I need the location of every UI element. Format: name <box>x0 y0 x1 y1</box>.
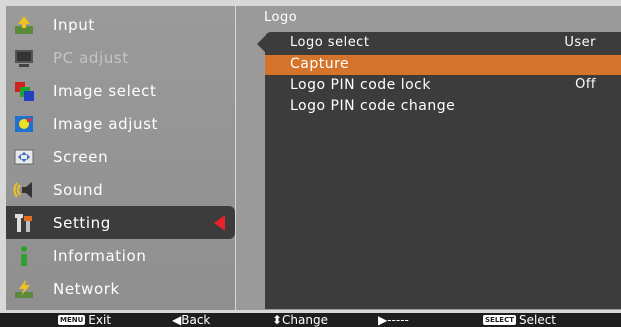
submenu-item-logo-pin-code-lock[interactable]: Logo PIN code lock Off <box>265 76 621 96</box>
next-label: ▶----- <box>378 313 409 327</box>
menu-label: Sound <box>53 180 104 199</box>
submenu-panel: Logo Logo select User Capture Logo PIN c… <box>236 6 621 310</box>
select-label: Select <box>518 313 557 327</box>
menu-label: Setting <box>53 213 111 232</box>
submenu-pointer-icon <box>257 36 265 52</box>
information-icon <box>13 245 35 267</box>
selection-arrow-icon <box>214 215 225 231</box>
menu-item-sound[interactable]: Sound <box>6 173 235 206</box>
submenu-item-capture[interactable]: Capture <box>265 55 621 75</box>
submenu-item-logo-select[interactable]: Logo select User <box>265 34 621 54</box>
submenu-item-value: User <box>564 35 596 50</box>
key-guide-bar: MENU Exit ◀Back ⬍Change ▶----- SELECT Se… <box>0 313 621 327</box>
next-hint: ▶----- <box>378 313 409 327</box>
back-hint: ◀Back <box>172 313 210 327</box>
projector-osd: Input PC adjust Image select Image adjus… <box>0 0 621 327</box>
image-adjust-icon <box>13 113 35 135</box>
menu-label: Image adjust <box>53 114 159 133</box>
sound-icon <box>13 179 35 201</box>
menu-label: Information <box>53 246 147 265</box>
network-icon <box>13 278 35 300</box>
menu-item-pc-adjust[interactable]: PC adjust <box>6 41 235 74</box>
submenu-item-label: Logo PIN code change <box>290 98 456 114</box>
menu-item-setting[interactable]: Setting <box>6 206 235 239</box>
menu-label: Image select <box>53 81 157 100</box>
submenu-item-value: Off <box>575 77 596 92</box>
submenu-item-label: Logo PIN code lock <box>290 77 431 93</box>
menu-label: PC adjust <box>53 48 129 67</box>
select-hint: SELECT Select <box>483 313 556 327</box>
exit-label: Exit <box>88 313 112 327</box>
menu-item-input[interactable]: Input <box>6 8 235 41</box>
exit-hint: MENU Exit <box>58 313 111 327</box>
menu-label: Screen <box>53 147 109 166</box>
submenu-item-label: Logo select <box>290 35 370 50</box>
panel-title: Logo <box>264 10 298 25</box>
change-label: ⬍Change <box>272 313 328 327</box>
input-icon <box>13 14 35 36</box>
screen-icon <box>13 146 35 168</box>
menu-label: Input <box>53 15 95 34</box>
back-label: ◀Back <box>172 313 211 327</box>
menu-key-icon: MENU <box>58 315 86 325</box>
menu-item-screen[interactable]: Screen <box>6 140 235 173</box>
menu-item-information[interactable]: Information <box>6 239 235 272</box>
menu-label: Network <box>53 279 120 298</box>
setting-icon <box>13 212 35 234</box>
change-hint: ⬍Change <box>272 313 328 327</box>
main-menu: Input PC adjust Image select Image adjus… <box>6 6 235 310</box>
menu-item-network[interactable]: Network <box>6 272 235 305</box>
submenu-item-label: Capture <box>290 56 350 72</box>
select-key-icon: SELECT <box>483 315 516 325</box>
pc-adjust-icon <box>13 47 35 69</box>
image-select-icon <box>13 80 35 102</box>
submenu-item-logo-pin-code-change[interactable]: Logo PIN code change <box>265 97 621 117</box>
menu-item-image-adjust[interactable]: Image adjust <box>6 107 235 140</box>
menu-item-image-select[interactable]: Image select <box>6 74 235 107</box>
